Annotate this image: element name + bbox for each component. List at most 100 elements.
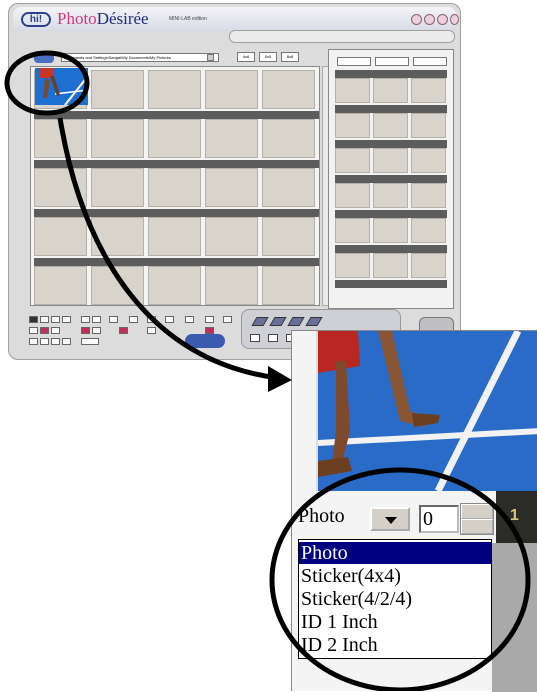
layout-cell[interactable] [335,148,370,173]
grid-view-icon[interactable] [268,334,278,342]
close-button[interactable] [450,14,459,25]
layout-cell[interactable] [373,183,408,208]
dropdown-arrow-icon[interactable] [370,507,410,531]
tool-button[interactable] [119,327,128,334]
tool-button[interactable] [92,316,101,323]
tool-button[interactable] [81,327,90,334]
layout-cell[interactable] [373,218,408,243]
grid-cell[interactable] [262,168,315,207]
grid-cell[interactable] [205,70,258,109]
tool-button[interactable] [62,338,71,345]
layout-cell[interactable] [411,218,446,243]
grid-cell[interactable] [148,217,201,256]
grid-cell[interactable] [148,168,201,207]
folder-path-field[interactable]: Documents and Settings\Sangal\My Documen… [61,53,219,62]
grid-cell[interactable] [91,168,144,207]
grid-cell[interactable] [34,168,87,207]
folder-dropdown-button[interactable] [207,54,214,61]
layout-cell[interactable] [411,113,446,138]
tool-button[interactable] [40,316,49,323]
layout-cell[interactable] [335,253,370,278]
layout-cell[interactable] [411,253,446,278]
tool-button[interactable] [62,316,71,323]
layout-option-8x8[interactable]: 8x8 [281,52,299,62]
layout-cell[interactable] [373,253,408,278]
grid-cell[interactable] [91,70,144,109]
grid-cell[interactable] [34,217,87,256]
tool-button[interactable] [129,316,138,323]
layout-cell[interactable] [335,183,370,208]
quantity-stepper[interactable] [460,503,494,535]
grid-cell[interactable] [91,119,144,158]
layout-cell[interactable] [373,78,408,103]
dropdown-option-sticker-4x4[interactable]: Sticker(4x4) [299,565,491,587]
layout-cell[interactable] [411,148,446,173]
grid-cell[interactable] [205,168,258,207]
tool-button[interactable] [29,327,38,334]
dropdown-option-id-1-inch[interactable]: ID 1 Inch [299,611,491,633]
dropdown-option-sticker-4-2-4[interactable]: Sticker(4/2/4) [299,588,491,610]
quantity-input[interactable]: 0 [419,505,459,533]
tool-button[interactable] [51,327,60,334]
tool-button[interactable] [29,316,38,323]
help-button[interactable] [411,14,422,25]
layout-cell[interactable] [335,78,370,103]
tool-button[interactable] [165,316,174,323]
grid-cell[interactable] [148,119,201,158]
dropdown-option-photo[interactable]: Photo [299,542,491,564]
stepper-up-button[interactable] [461,504,493,519]
tool-button[interactable] [92,327,101,334]
tool-button[interactable] [147,327,156,334]
print-type-select[interactable]: Photo [298,505,416,533]
tool-button[interactable] [205,327,214,334]
layout-option-5x5[interactable]: 5x5 [259,52,277,62]
layout-column-header[interactable] [413,57,447,66]
tool-button[interactable] [81,316,90,323]
grid-cell[interactable] [148,70,201,109]
back-button[interactable] [34,51,54,63]
tool-button[interactable] [147,316,156,323]
layout-cell[interactable] [411,183,446,208]
tool-button[interactable] [223,316,232,323]
grid-cell[interactable] [205,266,258,305]
grid-cell[interactable] [34,266,87,305]
grid-cell[interactable] [262,119,315,158]
tool-button[interactable] [51,316,60,323]
tool-button[interactable] [81,338,99,345]
layout-option-4x6[interactable]: 4x6 [237,52,255,62]
eraser-icon[interactable] [251,317,269,326]
layout-cell[interactable] [373,148,408,173]
grid-cell[interactable] [34,119,87,158]
grid-cell[interactable] [91,217,144,256]
grid-cell[interactable] [205,119,258,158]
layout-cell[interactable] [373,113,408,138]
tool-button[interactable] [185,316,194,323]
grid-cell[interactable] [148,266,201,305]
layout-cell[interactable] [411,78,446,103]
selected-photo-thumbnail[interactable] [35,68,88,105]
maximize-button[interactable] [437,14,448,25]
grid-cell[interactable] [262,70,315,109]
eraser-icon[interactable] [287,317,305,326]
tool-button[interactable] [40,338,49,345]
tool-button[interactable] [109,316,118,323]
layout-cell[interactable] [335,113,370,138]
layout-column-header[interactable] [337,57,371,66]
eraser-icon[interactable] [305,317,323,326]
tool-button[interactable] [40,327,49,334]
stepper-down-button[interactable] [461,519,493,534]
tool-button[interactable] [205,316,214,323]
layout-column-header[interactable] [375,57,409,66]
layout-cell[interactable] [335,218,370,243]
grid-cell[interactable] [205,217,258,256]
single-view-icon[interactable] [250,334,260,342]
dropdown-option-id-2-inch[interactable]: ID 2 Inch [299,634,491,656]
grid-cell[interactable] [91,266,144,305]
grid-cell[interactable] [262,217,315,256]
grid-cell[interactable] [262,266,315,305]
tool-button[interactable] [51,338,60,345]
apply-button[interactable] [185,334,225,348]
eraser-icon[interactable] [269,317,287,326]
tool-button[interactable] [29,338,38,345]
minimize-button[interactable] [424,14,435,25]
